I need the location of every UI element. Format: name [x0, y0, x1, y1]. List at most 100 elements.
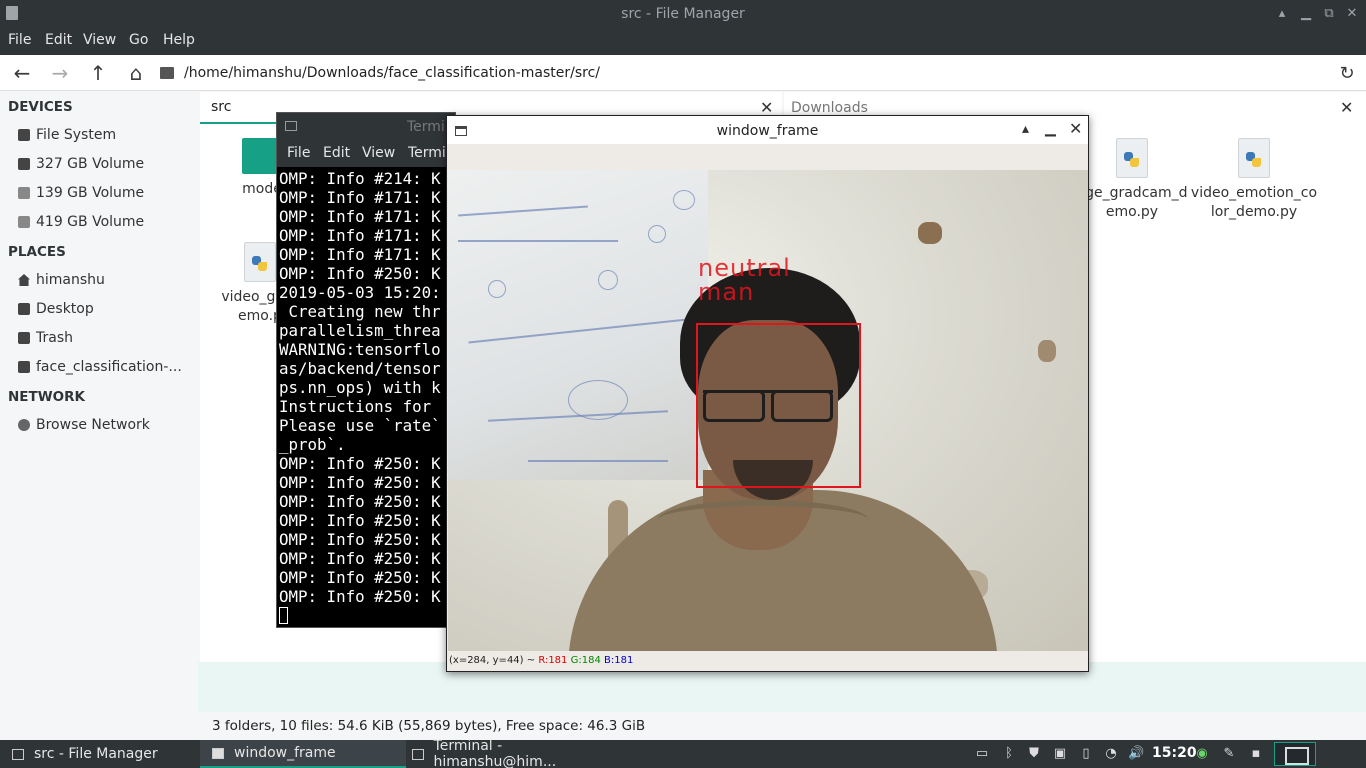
- gender-label: man: [698, 278, 755, 306]
- home-icon[interactable]: ⌂: [124, 61, 148, 85]
- terminal-title: Termi: [407, 119, 445, 135]
- board-line: [528, 460, 668, 462]
- drive-icon: [18, 216, 30, 228]
- clipboard-icon[interactable]: ▯: [1078, 746, 1094, 762]
- sidebar-item-browse-network[interactable]: Browse Network: [18, 414, 150, 436]
- minimize-icon[interactable]: ▴: [1272, 4, 1292, 24]
- pixel-green-value: G:184: [570, 655, 601, 666]
- task-window-frame[interactable]: window_frame: [200, 740, 406, 768]
- sidebar-item-face-classification[interactable]: face_classification-...: [18, 356, 182, 378]
- sidebar-item-trash[interactable]: Trash: [18, 327, 73, 349]
- volume-icon[interactable]: 🔊: [1128, 746, 1144, 762]
- reload-icon[interactable]: ↻: [1335, 61, 1359, 85]
- terminal-icon: [412, 748, 424, 760]
- terminal-icon: [285, 121, 297, 131]
- window-frame-title: window_frame: [716, 123, 819, 139]
- sidebar-item-139gb[interactable]: 139 GB Volume: [18, 182, 144, 204]
- board-line: [458, 240, 618, 242]
- terminal-line: OMP: Info #250: K: [279, 530, 441, 549]
- python-file-icon: [1238, 138, 1270, 178]
- terminal-menu-edit[interactable]: Edit: [323, 145, 350, 161]
- task-file-manager[interactable]: src - File Manager: [0, 740, 200, 768]
- file-item-video-emotion[interactable]: video_emotion_co lor_demo.py: [1188, 138, 1320, 222]
- shield-icon[interactable]: ⛊: [1026, 746, 1042, 762]
- statusbar: 3 folders, 10 files: 54.6 KiB (55,869 by…: [198, 712, 1366, 740]
- close-icon[interactable]: ✕: [1069, 119, 1082, 138]
- person-collar: [658, 500, 868, 540]
- status-text: 3 folders, 10 files: 54.6 KiB (55,869 by…: [212, 718, 646, 734]
- terminal-line: Creating new thr: [279, 302, 441, 321]
- terminal-output[interactable]: OMP: Info #214: K OMP: Info #171: K OMP: I…: [279, 169, 455, 627]
- window-icon: [212, 747, 224, 759]
- terminal-menu-view[interactable]: View: [362, 145, 395, 161]
- show-desktop-button[interactable]: [1274, 742, 1316, 766]
- camera-frame[interactable]: neutral man: [448, 170, 1088, 651]
- network-heading: NETWORK: [8, 389, 85, 405]
- menu-file[interactable]: File: [8, 32, 31, 48]
- sidebar-item-home[interactable]: himanshu: [18, 269, 105, 291]
- terminal-line: OMP: Info #250: K: [279, 454, 441, 473]
- terminal-line: OMP: Info #250: K: [279, 264, 441, 283]
- up-arrow-icon[interactable]: ↑: [86, 61, 110, 85]
- drive-icon: [18, 129, 30, 141]
- taskbar: src - File Manager window_frame Terminal…: [0, 738, 1366, 768]
- python-file-icon: [1116, 138, 1148, 178]
- terminal-line: OMP: Info #171: K: [279, 245, 441, 264]
- terminal-menu-terminal[interactable]: Termi: [408, 145, 446, 161]
- sidebar-item-desktop[interactable]: Desktop: [18, 298, 94, 320]
- file-item-image-gradcam[interactable]: age_gradcam_d emo.py: [1072, 138, 1192, 222]
- terminal-window[interactable]: Termi File Edit View Termi OMP: Info #21…: [276, 112, 456, 628]
- wall-stain: [1038, 340, 1056, 362]
- minimize-icon[interactable]: ▴: [1022, 121, 1029, 137]
- terminal-line: OMP: Info #250: K: [279, 511, 441, 530]
- terminal-line: OMP: Info #214: K: [279, 169, 441, 188]
- terminal-menu-file[interactable]: File: [287, 145, 310, 161]
- window-frame-toolbar-area: [447, 144, 1088, 170]
- tab-close-icon[interactable]: ✕: [1340, 98, 1353, 117]
- folder-icon: [18, 361, 30, 373]
- sidebar-item-327gb[interactable]: 327 GB Volume: [18, 153, 144, 175]
- sidebar-item-419gb[interactable]: 419 GB Volume: [18, 211, 144, 233]
- terminal-titlebar: Termi: [277, 113, 455, 141]
- menubar: File Edit View Go Help: [0, 28, 1366, 55]
- address-path[interactable]: /home/himanshu/Downloads/face_classifica…: [184, 65, 600, 81]
- back-arrow-icon[interactable]: ←: [10, 61, 34, 85]
- task-terminal[interactable]: Terminal - himanshu@him...: [400, 738, 620, 768]
- menu-view[interactable]: View: [83, 32, 116, 48]
- drive-icon: [18, 187, 30, 199]
- menu-help[interactable]: Help: [163, 32, 195, 48]
- maximize-icon[interactable]: ⧉: [1319, 4, 1339, 24]
- terminal-menubar: File Edit View Termi: [277, 141, 455, 167]
- restore-icon[interactable]: ▁: [1045, 121, 1056, 137]
- close-icon[interactable]: ✕: [1342, 4, 1362, 24]
- address-bar[interactable]: /home/himanshu/Downloads/face_classifica…: [160, 61, 1330, 85]
- file-manager-titlebar: src - File Manager ▴ ▁ ⧉ ✕: [0, 0, 1366, 28]
- sidebar-item-file-system[interactable]: File System: [18, 124, 116, 146]
- keyboard-icon[interactable]: ▭: [974, 746, 990, 762]
- board-line: [468, 318, 688, 343]
- home-icon: [18, 274, 30, 286]
- desktop-icon: [18, 303, 30, 315]
- terminal-line: WARNING:tensorflo: [279, 340, 441, 359]
- devices-heading: DEVICES: [8, 99, 73, 115]
- wifi-icon[interactable]: ◔: [1103, 746, 1119, 762]
- board-scribble: [488, 280, 506, 298]
- restore-icon[interactable]: ▁: [1296, 4, 1316, 24]
- terminal-line: as/backend/tensor: [279, 359, 441, 378]
- menu-edit[interactable]: Edit: [45, 32, 72, 48]
- terminal-line: OMP: Info #171: K: [279, 226, 441, 245]
- menu-go[interactable]: Go: [129, 32, 148, 48]
- emotion-label: neutral: [698, 254, 791, 282]
- board-scribble: [648, 225, 666, 243]
- bluetooth-icon[interactable]: ᛒ: [1001, 746, 1017, 762]
- terminal-line: OMP: Info #171: K: [279, 207, 441, 226]
- workspace-icon[interactable]: ▪: [1248, 746, 1264, 762]
- update-icon[interactable]: ◉: [1194, 746, 1210, 762]
- forward-arrow-icon[interactable]: →: [48, 61, 72, 85]
- bag-icon[interactable]: ▣: [1052, 746, 1068, 762]
- clock[interactable]: 15:20: [1152, 745, 1197, 761]
- window-frame-titlebar: window_frame ▴ ▁ ✕: [447, 116, 1088, 144]
- terminal-line: OMP: Info #250: K: [279, 549, 441, 568]
- notes-icon[interactable]: ✎: [1221, 746, 1237, 762]
- window-frame[interactable]: window_frame ▴ ▁ ✕ neutral man (x=284, y…: [446, 115, 1089, 672]
